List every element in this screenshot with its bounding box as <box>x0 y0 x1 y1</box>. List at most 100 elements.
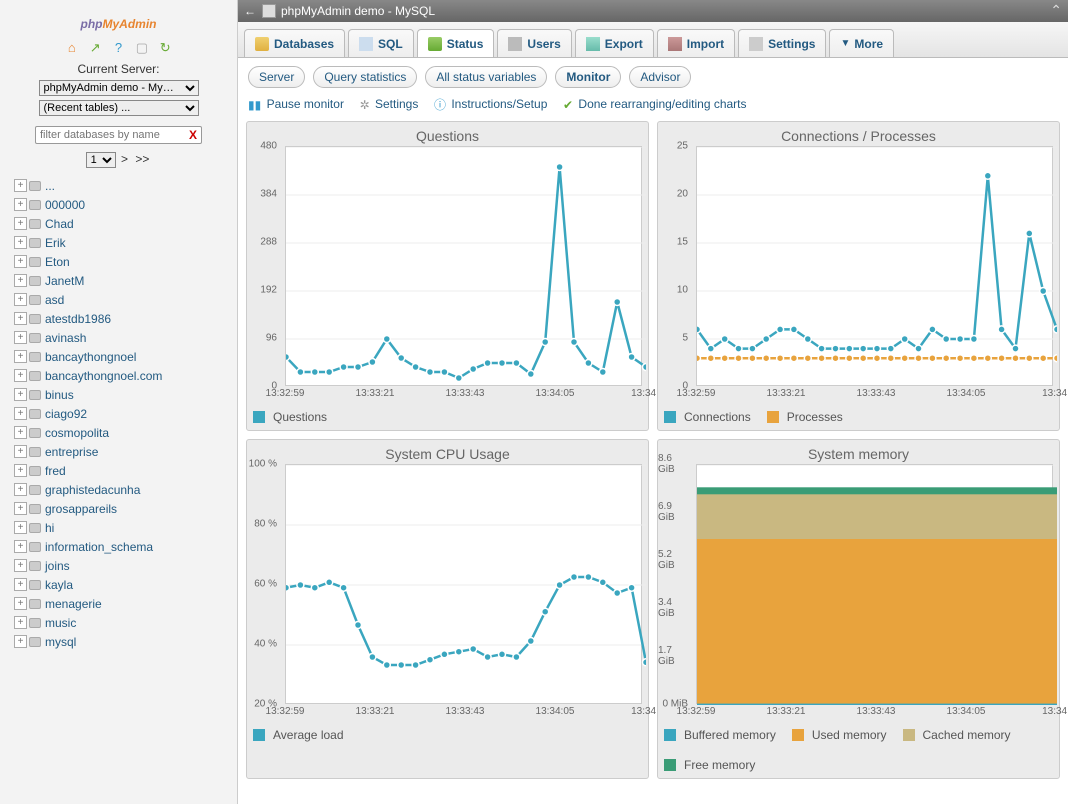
expand-icon[interactable]: + <box>14 540 27 553</box>
monitor-toolbar: ▮▮ Pause monitor ✲ Settings ⓘ Instructio… <box>238 94 1068 121</box>
page-select[interactable]: 1 <box>86 152 116 168</box>
filter-input[interactable] <box>40 129 185 141</box>
expand-icon[interactable]: + <box>14 312 27 325</box>
db-item[interactable]: +Erik <box>14 233 237 252</box>
tab-users[interactable]: Users <box>497 29 571 57</box>
tab-more[interactable]: ▼More <box>829 29 894 57</box>
done-rearranging-link[interactable]: ✔ Done rearranging/editing charts <box>563 97 753 111</box>
db-item[interactable]: +... <box>14 176 237 195</box>
docs-icon[interactable]: ▢ <box>134 40 150 56</box>
settings-link[interactable]: ✲ Settings <box>360 97 425 111</box>
db-item[interactable]: +information_schema <box>14 537 237 556</box>
expand-icon[interactable]: + <box>14 388 27 401</box>
expand-icon[interactable]: + <box>14 198 27 211</box>
sql-icon <box>359 37 373 51</box>
expand-icon[interactable]: + <box>14 464 27 477</box>
expand-icon[interactable]: + <box>14 521 27 534</box>
chart-title: System CPU Usage <box>253 444 642 464</box>
instructions-link[interactable]: ⓘ Instructions/Setup <box>434 97 553 111</box>
expand-icon[interactable]: + <box>14 597 27 610</box>
chart-body[interactable] <box>696 464 1053 704</box>
db-item[interactable]: +entreprise <box>14 442 237 461</box>
subtab-advisor[interactable]: Advisor <box>629 66 691 88</box>
db-item[interactable]: +000000 <box>14 195 237 214</box>
db-item[interactable]: +mysql <box>14 632 237 651</box>
expand-icon[interactable]: + <box>14 635 27 648</box>
expand-icon[interactable]: + <box>14 217 27 230</box>
expand-icon[interactable]: + <box>14 331 27 344</box>
db-item[interactable]: + avinash <box>14 328 237 347</box>
db-item[interactable]: + music <box>14 613 237 632</box>
chart-body[interactable] <box>696 146 1053 386</box>
subtab-monitor[interactable]: Monitor <box>555 66 621 88</box>
db-label: music <box>45 616 76 630</box>
tab-sql[interactable]: SQL <box>348 29 414 57</box>
db-item[interactable]: +binus <box>14 385 237 404</box>
expand-icon[interactable]: + <box>14 578 27 591</box>
db-item[interactable]: +hi <box>14 518 237 537</box>
expand-icon[interactable]: + <box>14 179 27 192</box>
db-item[interactable]: +cosmopolita <box>14 423 237 442</box>
db-item[interactable]: + Eton <box>14 252 237 271</box>
expand-icon[interactable]: + <box>14 350 27 363</box>
subtab-all-status-variables[interactable]: All status variables <box>425 66 547 88</box>
db-item[interactable]: +fred <box>14 461 237 480</box>
tab-export[interactable]: Export <box>575 29 654 57</box>
help-icon[interactable]: ? <box>111 40 127 56</box>
expand-icon[interactable]: + <box>14 293 27 306</box>
db-item[interactable]: +bancaythongnoel <box>14 347 237 366</box>
expand-icon[interactable]: + <box>14 407 27 420</box>
subtab-server[interactable]: Server <box>248 66 305 88</box>
home-icon[interactable]: ⌂ <box>64 40 80 56</box>
expand-icon[interactable]: + <box>14 426 27 439</box>
back-icon[interactable]: ← <box>244 4 256 18</box>
db-item[interactable]: +Chad <box>14 214 237 233</box>
logo[interactable]: phpMyAdmin <box>0 0 237 36</box>
tab-databases[interactable]: Databases <box>244 29 345 57</box>
tab-label: Settings <box>768 37 815 51</box>
pause-button[interactable]: ▮▮ Pause monitor <box>248 97 350 111</box>
db-item[interactable]: +joins <box>14 556 237 575</box>
db-label: Eton <box>45 255 70 269</box>
clear-filter-icon[interactable]: X <box>189 128 197 142</box>
db-label: avinash <box>45 331 86 345</box>
server-select[interactable]: phpMyAdmin demo - My… <box>39 80 199 96</box>
expand-icon[interactable]: + <box>14 445 27 458</box>
db-icon <box>29 599 41 609</box>
db-item[interactable]: +graphistedacunha <box>14 480 237 499</box>
legend-item: Used memory <box>792 728 887 742</box>
logout-icon[interactable]: ↗ <box>87 40 103 56</box>
tab-import[interactable]: Import <box>657 29 735 57</box>
db-item[interactable]: +ciago92 <box>14 404 237 423</box>
expand-icon[interactable]: + <box>14 274 27 287</box>
db-item[interactable]: + menagerie <box>14 594 237 613</box>
expand-icon[interactable]: + <box>14 255 27 268</box>
chart-body[interactable] <box>285 464 642 704</box>
db-item[interactable]: +atestdb1986 <box>14 309 237 328</box>
db-item[interactable]: +kayla <box>14 575 237 594</box>
db-label: menagerie <box>45 597 102 611</box>
expand-icon[interactable]: + <box>14 616 27 629</box>
db-item[interactable]: +asd <box>14 290 237 309</box>
expand-icon[interactable]: + <box>14 236 27 249</box>
chart-body[interactable] <box>285 146 642 386</box>
tab-status[interactable]: Status <box>417 29 495 57</box>
db-icon <box>29 238 41 248</box>
expand-icon[interactable]: + <box>14 559 27 572</box>
collapse-icon[interactable]: ⌃ <box>1050 2 1062 19</box>
db-item[interactable]: +grosappareils <box>14 499 237 518</box>
last-page[interactable]: >> <box>133 152 151 166</box>
reload-icon[interactable]: ↻ <box>157 40 173 56</box>
expand-icon[interactable]: + <box>14 502 27 515</box>
db-item[interactable]: +bancaythongnoel.com <box>14 366 237 385</box>
db-item[interactable]: +JanetM <box>14 271 237 290</box>
filter-databases: X <box>35 126 202 144</box>
next-page[interactable]: > <box>119 152 130 166</box>
chart-connections-processes: Connections / Processes051015202513:32:5… <box>657 121 1060 431</box>
expand-icon[interactable]: + <box>14 483 27 496</box>
expand-icon[interactable]: + <box>14 369 27 382</box>
recent-tables-select[interactable]: (Recent tables) ... <box>39 100 199 116</box>
tab-settings[interactable]: Settings <box>738 29 826 57</box>
db-icon <box>255 37 269 51</box>
subtab-query-statistics[interactable]: Query statistics <box>313 66 417 88</box>
